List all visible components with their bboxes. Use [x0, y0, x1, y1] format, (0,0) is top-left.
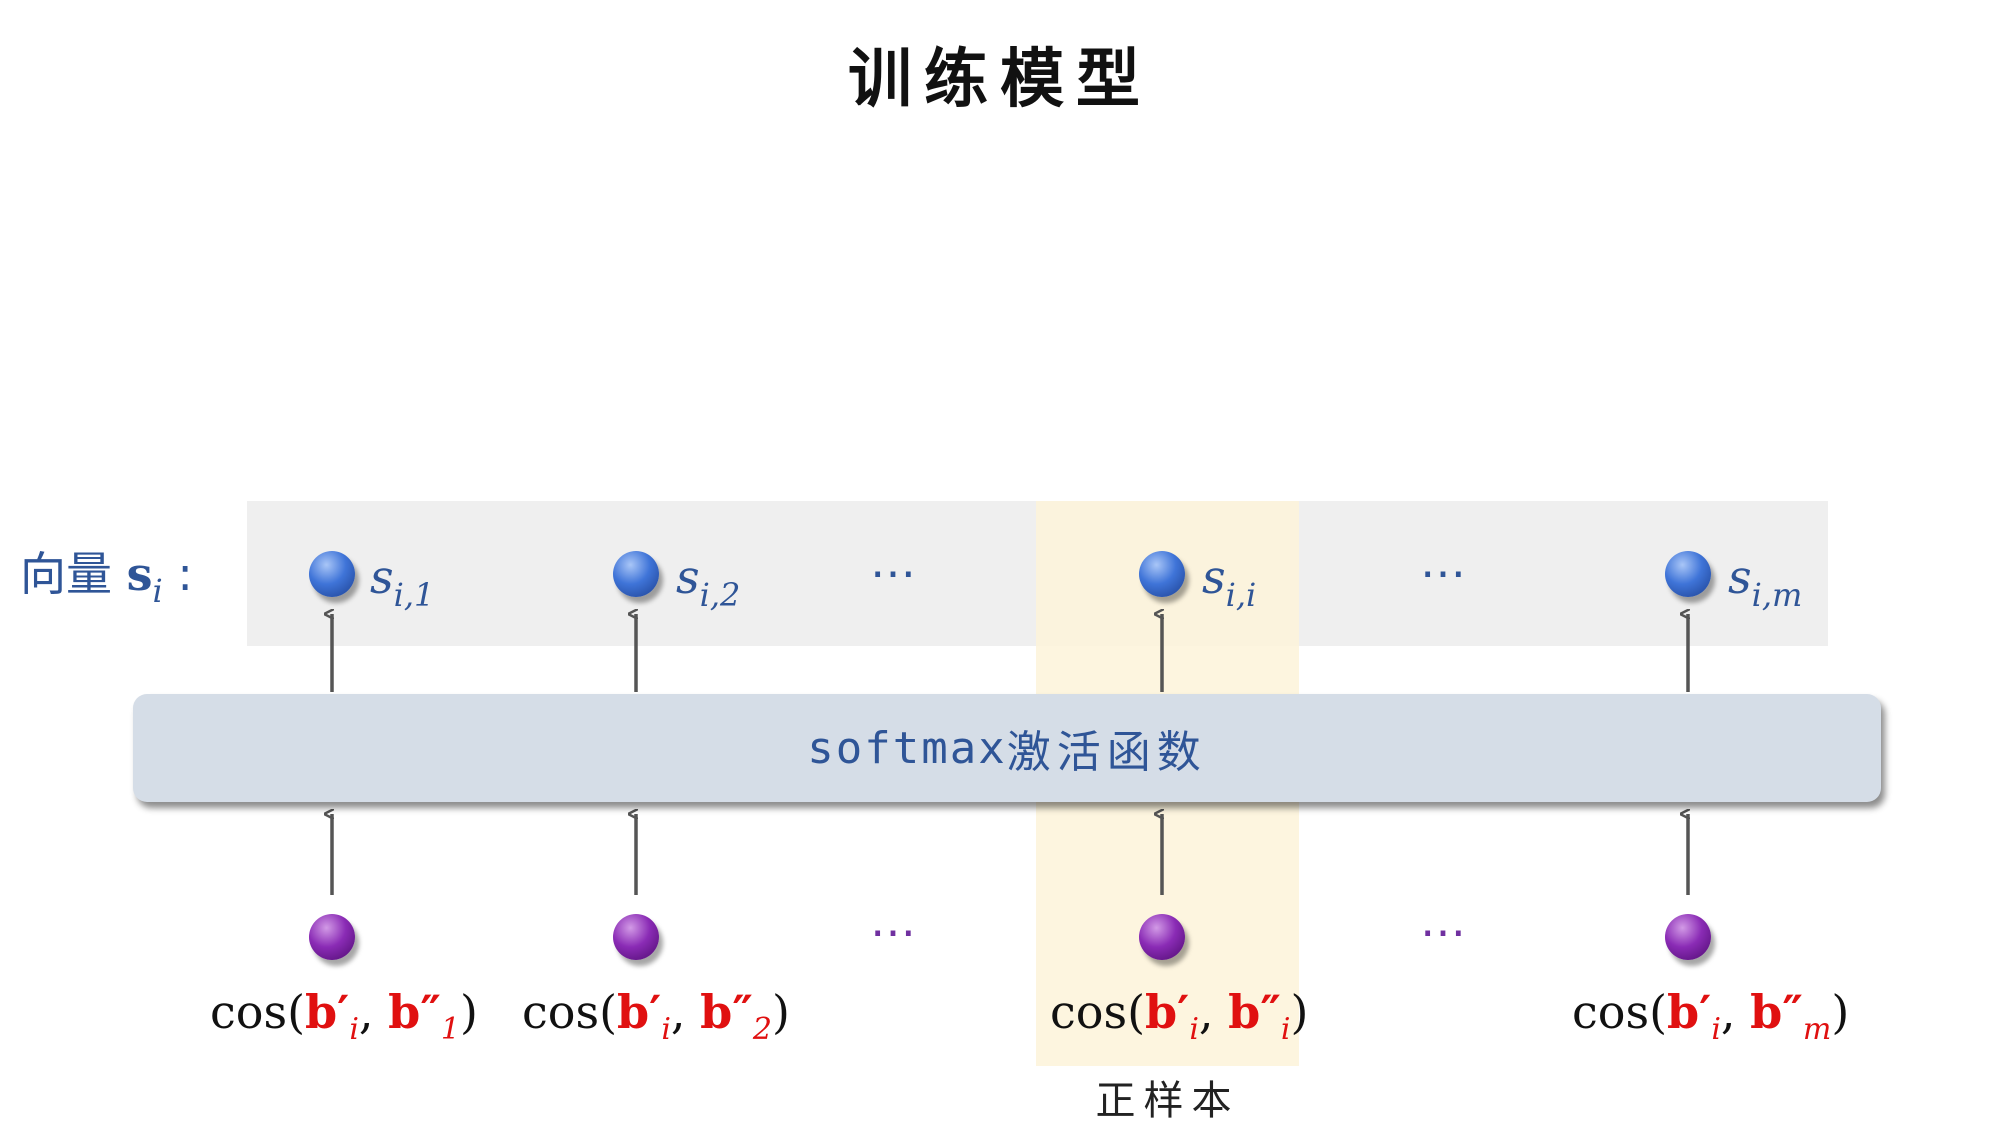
cosine-label: cos(b′i, b″1): [210, 985, 478, 1047]
output-node: [309, 551, 355, 597]
output-node: [1139, 551, 1185, 597]
input-node: [309, 914, 355, 960]
softmax-text: 激活函数: [1006, 727, 1207, 778]
vector-label: 向量 si :: [20, 547, 193, 610]
cosine-label: cos(b′i, b″2): [522, 985, 790, 1047]
output-node: [613, 551, 659, 597]
output-label: si,m: [1728, 550, 1803, 614]
input-node: [613, 914, 659, 960]
output-node: [1665, 551, 1711, 597]
softmax-fn: softmax: [807, 722, 1007, 774]
softmax-layer: softmax 激活函数: [133, 694, 1881, 802]
cosine-label: cos(b′i, b″m): [1572, 985, 1850, 1047]
output-label: si,2: [676, 550, 741, 614]
positive-sample-label: 正样本: [1095, 1078, 1240, 1124]
input-ellipsis: ⋯: [1420, 905, 1468, 959]
output-ellipsis: ⋯: [870, 546, 918, 600]
input-node: [1139, 914, 1185, 960]
input-node: [1665, 914, 1711, 960]
output-label: si,1: [370, 550, 435, 614]
output-ellipsis: ⋯: [1420, 546, 1468, 600]
output-label: si,i: [1202, 550, 1257, 614]
cosine-label: cos(b′i, b″i): [1050, 985, 1309, 1047]
input-ellipsis: ⋯: [870, 905, 918, 959]
